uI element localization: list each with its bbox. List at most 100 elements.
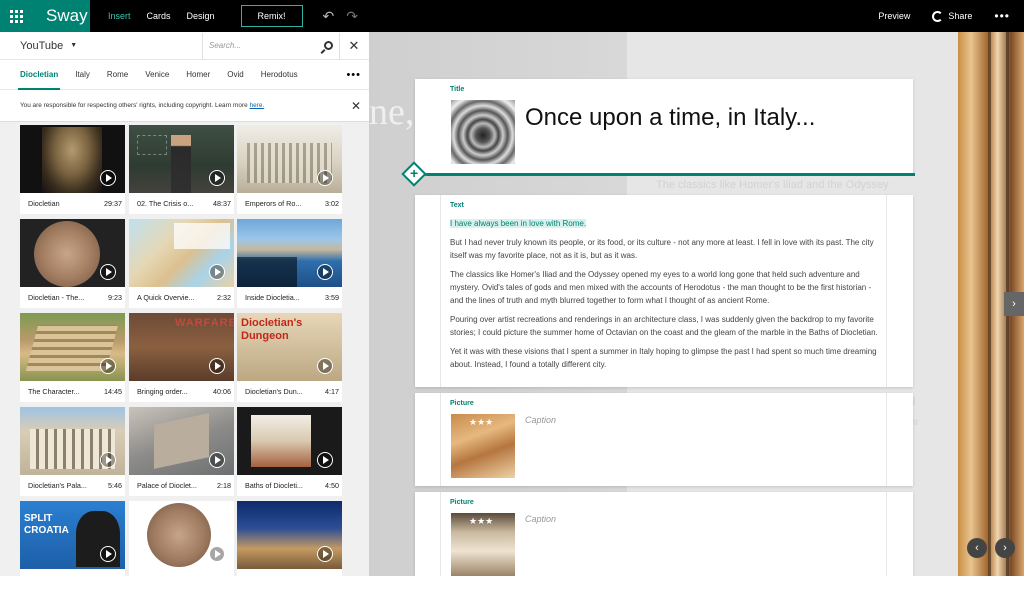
plus-icon: + [410,165,419,181]
video-card[interactable]: Inside Diocletia... 3:59 [237,219,342,308]
video-title: Diocletian [28,199,60,208]
video-card[interactable]: Diocletian 29:37 [20,125,125,214]
more-keywords-icon[interactable]: ••• [346,69,361,81]
title-image[interactable] [451,100,515,164]
video-duration: 3:02 [325,199,339,208]
video-thumbnail [129,125,234,193]
source-row: YouTube ▼ Search... ✕ [0,32,369,60]
top-bar: Sway Insert Cards Design Remix! ↶ ↷ Prev… [0,0,1024,32]
video-thumbnail [129,407,234,475]
video-thumbnail [237,219,342,287]
play-icon [100,264,116,280]
tab-insert[interactable]: Insert [108,11,131,21]
video-card[interactable]: The Character... 14:45 [20,313,125,402]
video-thumbnail [237,407,342,475]
keyword-homer[interactable]: Homer [186,70,210,79]
video-duration: 9:23 [108,293,122,302]
video-title: Inside Diocletia... [245,293,300,302]
play-icon [100,358,116,374]
card-margin-line [440,492,441,576]
undo-icon[interactable]: ↶ [323,8,335,25]
more-options-icon[interactable]: ••• [994,9,1010,23]
copyright-notice: You are responsible for respecting other… [0,90,369,122]
title-text[interactable]: Once upon a time, in Italy... [525,104,815,132]
paragraph: Pouring over artist recreations and rend… [450,315,878,337]
video-card[interactable] [129,501,234,590]
paragraph: Yet it was with these visions that I spe… [450,347,877,369]
video-card[interactable]: Diocletian's Dungeon Diocletian's Dun...… [237,313,342,402]
tab-design[interactable]: Design [187,11,215,21]
picture-image[interactable]: ★★★ [451,513,515,576]
video-thumbnail: Diocletian's Dungeon [237,313,342,381]
play-icon [209,452,225,468]
picture-card[interactable]: Picture ★★★ Caption [415,492,913,576]
video-title: Baths of Diocleti... [245,481,303,490]
video-card[interactable]: SPLIT CROATIA [20,501,125,590]
keyword-italy[interactable]: Italy [75,70,90,79]
play-icon [100,170,116,186]
share-icon [932,10,944,22]
share-button[interactable]: Share [932,10,972,22]
chevron-down-icon: ▼ [70,42,78,49]
video-card[interactable]: WARFARE Bringing order... 40:06 [129,313,234,402]
dismiss-notice-icon[interactable]: ✕ [351,99,361,113]
card-type-label: Picture [450,499,474,506]
video-title: Bringing order... [137,387,188,396]
video-title: Diocletian's Dun... [245,387,303,396]
video-duration: 29:37 [104,199,122,208]
video-thumbnail [20,219,125,287]
video-duration: 40:06 [213,387,231,396]
title-card[interactable]: Title Once upon a time, in Italy... [415,79,913,173]
warfare-overlay: WARFARE [175,317,234,329]
video-thumbnail [20,125,125,193]
video-thumbnail [237,501,342,569]
video-card[interactable]: Diocletian - The... 9:23 [20,219,125,308]
text-body[interactable]: I have always been in love with Rome. Bu… [450,217,880,377]
play-icon [209,170,225,186]
keyword-venice[interactable]: Venice [145,70,169,79]
video-duration: 4:17 [325,387,339,396]
search-input[interactable]: Search... [202,32,340,59]
play-icon [317,546,333,562]
tab-cards[interactable]: Cards [147,11,171,21]
picture-card[interactable]: Picture ★★★ Caption [415,393,913,486]
video-thumbnail [129,219,234,287]
video-thumbnail [129,501,234,569]
remix-button[interactable]: Remix! [240,5,303,27]
picture-image[interactable]: ★★★ [451,414,515,478]
video-card[interactable] [237,501,342,590]
video-title: Emperors of Ro... [245,199,302,208]
app-launcher-button[interactable] [0,0,32,32]
scroll-left-icon[interactable]: ‹ [967,538,987,558]
video-title: Palace of Dioclet... [137,481,197,490]
source-dropdown[interactable]: YouTube ▼ [0,40,202,52]
dungeon-overlay: Diocletian's Dungeon [241,317,303,342]
keyword-herodotus[interactable]: Herodotus [261,70,298,79]
keyword-diocletian[interactable]: Diocletian [17,70,61,90]
search-icon[interactable] [324,41,333,50]
caption-input[interactable]: Caption [525,415,556,425]
redo-icon[interactable]: ↷ [346,8,358,25]
video-card[interactable]: 02. The Crisis o... 48:37 [129,125,234,214]
video-card[interactable]: Baths of Diocleti... 4:50 [237,407,342,496]
card-margin-line [440,195,441,387]
scroll-right-icon[interactable]: › [995,538,1015,558]
caption-input[interactable]: Caption [525,514,556,524]
highlighted-sentence: I have always been in love with Rome. [450,219,587,228]
video-card[interactable]: Diocletian's Pala... 5:46 [20,407,125,496]
app-name[interactable]: Sway [32,0,90,32]
close-pane-icon[interactable]: ✕ [340,38,368,54]
text-card[interactable]: Text I have always been in love with Rom… [415,195,913,387]
preview-button[interactable]: Preview [878,11,910,21]
video-card[interactable]: Emperors of Ro... 3:02 [237,125,342,214]
video-duration: 3:59 [325,293,339,302]
card-type-label: Text [450,202,464,209]
keyword-rome[interactable]: Rome [107,70,128,79]
next-arrow-icon[interactable]: › [1004,292,1024,316]
video-card[interactable]: A Quick Overvie... 2:32 [129,219,234,308]
video-title: A Quick Overvie... [137,293,195,302]
learn-more-link[interactable]: here. [250,102,265,109]
keyword-ovid[interactable]: Ovid [227,70,243,79]
video-card[interactable]: Palace of Dioclet... 2:18 [129,407,234,496]
video-duration: 2:18 [217,481,231,490]
